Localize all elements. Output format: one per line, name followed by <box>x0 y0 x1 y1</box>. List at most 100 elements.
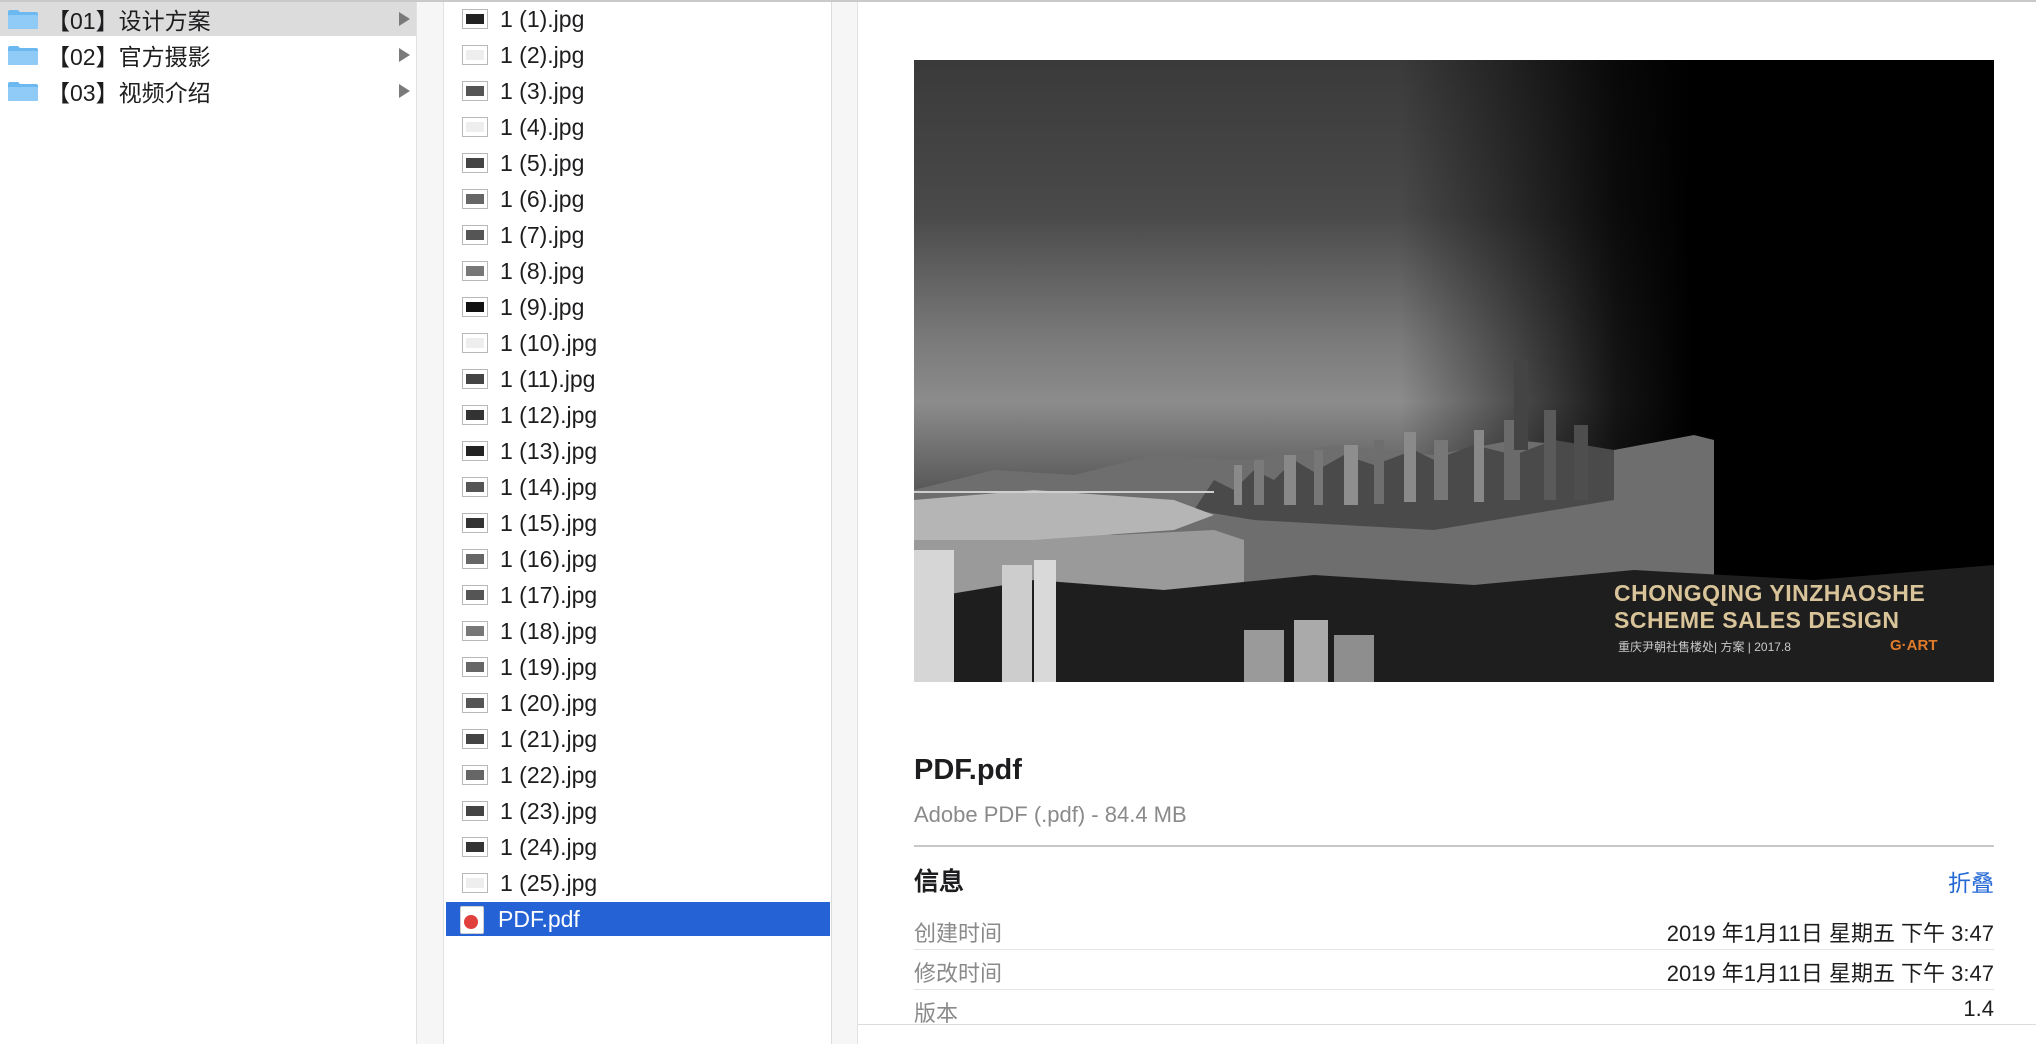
file-row[interactable]: 1 (22).jpg <box>446 758 830 792</box>
image-thumbnail-icon <box>462 81 488 101</box>
folder-item-02[interactable]: 【02】官方摄影 <box>0 38 416 72</box>
file-row[interactable]: 1 (7).jpg <box>446 218 830 252</box>
preview-image-subtitle: 重庆尹朝社售楼处| 方案 | 2017.8 <box>1618 640 1791 654</box>
file-row[interactable]: 1 (5).jpg <box>446 146 830 180</box>
thumbnail-content <box>466 302 484 312</box>
image-thumbnail-icon <box>462 189 488 209</box>
info-row-created: 创建时间 2019 年1月11日 星期五 下午 3:47 <box>914 910 1994 950</box>
file-row[interactable]: 1 (3).jpg <box>446 74 830 108</box>
image-thumbnail-icon <box>462 765 488 785</box>
file-row[interactable]: 1 (4).jpg <box>446 110 830 144</box>
pdf-file-icon <box>460 906 484 934</box>
file-row[interactable]: 1 (20).jpg <box>446 686 830 720</box>
image-thumbnail-icon <box>462 9 488 29</box>
file-label: 1 (20).jpg <box>500 690 598 716</box>
folder-item-01[interactable]: 【01】设计方案 <box>0 2 416 36</box>
info-value: 2019 年1月11日 星期五 下午 3:47 <box>1666 961 1994 986</box>
file-label: 1 (2).jpg <box>500 42 585 68</box>
image-thumbnail-icon <box>462 45 488 65</box>
file-row[interactable]: 1 (15).jpg <box>446 506 830 540</box>
thumbnail-content <box>466 374 484 384</box>
folder-item-03[interactable]: 【03】视频介绍 <box>0 74 416 108</box>
image-thumbnail-icon <box>462 369 488 389</box>
file-row[interactable]: 1 (23).jpg <box>446 794 830 828</box>
preview-image: CHONGQING YINZHAOSHE SCHEME SALES DESIGN… <box>914 60 1994 682</box>
file-label: 1 (11).jpg <box>500 366 596 392</box>
file-row[interactable]: 1 (2).jpg <box>446 38 830 72</box>
folder-label: 【03】视频介绍 <box>47 80 211 106</box>
image-thumbnail-icon <box>462 117 488 137</box>
image-thumbnail-icon <box>462 657 488 677</box>
file-label: PDF.pdf <box>498 906 580 932</box>
thumbnail-content <box>466 266 484 276</box>
file-label: 1 (10).jpg <box>500 330 598 356</box>
folder-icon <box>8 82 38 101</box>
thumbnail-content <box>466 50 484 60</box>
thumbnail-content <box>466 698 484 708</box>
pdf-mark-icon <box>464 915 478 929</box>
chevron-right-icon <box>399 48 410 62</box>
preview-image-brand: G·ART <box>1890 637 1938 654</box>
image-thumbnail-icon <box>462 405 488 425</box>
column-divider[interactable] <box>416 2 444 1044</box>
file-label: 1 (5).jpg <box>500 150 585 176</box>
file-row[interactable]: 1 (12).jpg <box>446 398 830 432</box>
thumbnail-content <box>466 410 484 420</box>
thumbnail-content <box>466 14 484 24</box>
thumbnail-content <box>466 590 484 600</box>
image-thumbnail-icon <box>462 153 488 173</box>
file-row[interactable]: 1 (24).jpg <box>446 830 830 864</box>
file-row[interactable]: 1 (16).jpg <box>446 542 830 576</box>
file-label: 1 (8).jpg <box>500 258 585 284</box>
image-thumbnail-icon <box>462 297 488 317</box>
file-row[interactable]: 1 (9).jpg <box>446 290 830 324</box>
divider <box>858 1024 2036 1025</box>
thumbnail-content <box>466 770 484 780</box>
file-label: 1 (4).jpg <box>500 114 585 140</box>
file-row[interactable]: 1 (6).jpg <box>446 182 830 216</box>
image-thumbnail-icon <box>462 477 488 497</box>
file-row[interactable]: 1 (13).jpg <box>446 434 830 468</box>
image-thumbnail-icon <box>462 837 488 857</box>
thumbnail-content <box>466 446 484 456</box>
image-thumbnail-icon <box>462 513 488 533</box>
image-thumbnail-icon <box>462 333 488 353</box>
thumbnail-content <box>466 806 484 816</box>
folder-label: 【01】设计方案 <box>47 8 211 34</box>
file-row[interactable]: 1 (21).jpg <box>446 722 830 756</box>
file-row[interactable]: 1 (18).jpg <box>446 614 830 648</box>
file-label: 1 (12).jpg <box>500 402 598 428</box>
info-key: 修改时间 <box>914 961 1003 986</box>
file-row[interactable]: 1 (11).jpg <box>446 362 830 396</box>
file-label: 1 (1).jpg <box>500 6 585 32</box>
preview-file-kind: Adobe PDF (.pdf) - 84.4 MB <box>914 802 1187 827</box>
file-row[interactable]: 1 (10).jpg <box>446 326 830 360</box>
thumbnail-content <box>466 230 484 240</box>
thumbnail-content <box>466 662 484 672</box>
file-label: 1 (21).jpg <box>500 726 598 752</box>
file-row[interactable]: 1 (8).jpg <box>446 254 830 288</box>
file-row[interactable]: 1 (14).jpg <box>446 470 830 504</box>
thumbnail-content <box>466 482 484 492</box>
folder-label: 【02】官方摄影 <box>47 44 211 70</box>
info-row-modified: 修改时间 2019 年1月11日 星期五 下午 3:47 <box>914 950 1994 990</box>
thumbnail-content <box>466 878 484 888</box>
file-row[interactable]: 1 (17).jpg <box>446 578 830 612</box>
info-value: 1.4 <box>1963 996 1994 1021</box>
image-thumbnail-icon <box>462 585 488 605</box>
file-row[interactable]: 1 (19).jpg <box>446 650 830 684</box>
preview-image-title: CHONGQING YINZHAOSHE SCHEME SALES DESIGN <box>1614 580 1925 634</box>
file-row[interactable]: 1 (1).jpg <box>446 2 830 36</box>
preview-pane: CHONGQING YINZHAOSHE SCHEME SALES DESIGN… <box>858 2 2036 1044</box>
thumbnail-content <box>466 626 484 636</box>
file-row-selected-pdf[interactable]: PDF.pdf <box>446 902 830 936</box>
thumbnail-content <box>466 842 484 852</box>
thumbnail-content <box>466 194 484 204</box>
file-row[interactable]: 1 (25).jpg <box>446 866 830 900</box>
collapse-link[interactable]: 折叠 <box>1948 864 1994 898</box>
column-divider[interactable] <box>832 2 858 1044</box>
image-thumbnail-icon <box>462 693 488 713</box>
image-thumbnail-icon <box>462 873 488 893</box>
image-thumbnail-icon <box>462 441 488 461</box>
thumbnail-content <box>466 554 484 564</box>
